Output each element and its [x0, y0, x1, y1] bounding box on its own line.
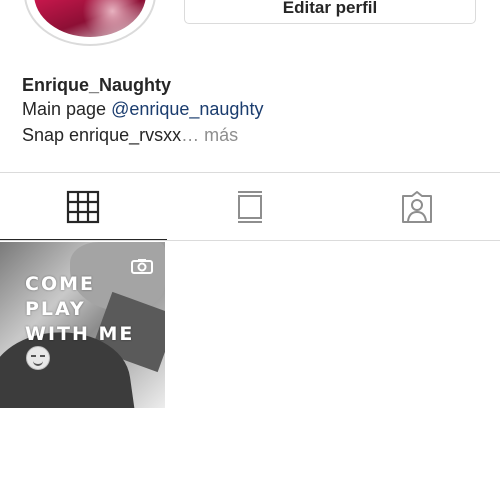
tagged-person-icon [401, 191, 432, 223]
smiley-emoji-icon [26, 346, 50, 370]
tabs-bottom-divider [0, 240, 500, 241]
profile-page: Editar perfil Enrique_Naughty Main page … [0, 0, 500, 500]
camera-icon [131, 259, 153, 274]
post-overlay-line: COME [25, 273, 95, 295]
bio-line-1: Main page @enrique_naughty [22, 96, 482, 122]
edit-profile-button[interactable]: Editar perfil [184, 0, 476, 24]
bio-mention-link[interactable]: @enrique_naughty [111, 99, 263, 119]
bio-text: Main page [22, 99, 112, 119]
profile-username: Enrique_Naughty [22, 75, 172, 95]
post-overlay-text: COME PLAY WITH ME [25, 272, 134, 347]
bio-line-2: Snap enrique_rvsxx… más [22, 122, 482, 148]
post-overlay-line: WITH ME [25, 323, 135, 345]
bio-more-link[interactable]: … más [181, 125, 238, 145]
post-thumbnail[interactable]: COME PLAY WITH ME [0, 242, 165, 408]
post-overlay-line: PLAY [25, 298, 86, 320]
bio-text: Snap enrique_rvsxx [22, 125, 182, 145]
profile-bio: Enrique_Naughty Main page @enrique_naugh… [22, 74, 482, 148]
profile-tabs [0, 173, 500, 241]
tab-tagged[interactable] [333, 173, 500, 241]
tab-guides[interactable] [167, 173, 334, 241]
profile-avatar[interactable] [24, 0, 156, 46]
tab-grid[interactable] [0, 173, 167, 241]
grid-icon [67, 190, 100, 224]
book-icon [238, 191, 262, 223]
avatar-image [34, 0, 146, 37]
